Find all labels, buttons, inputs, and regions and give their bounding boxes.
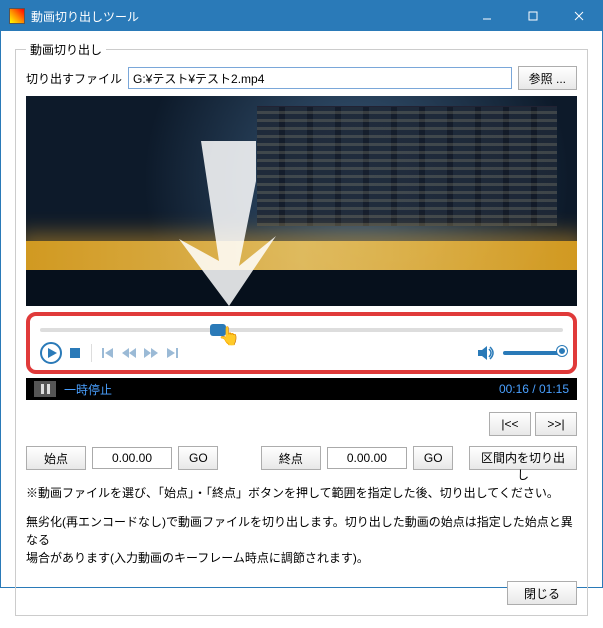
crop-button[interactable]: 区間内を切り出し: [469, 446, 577, 470]
instruction-note: ※動画ファイルを選び、「始点」・「終点」ボタンを押して範囲を指定した後、切り出し…: [26, 484, 577, 501]
arrow-overlay: [161, 141, 281, 306]
end-point-button[interactable]: 終点: [261, 446, 321, 470]
titlebar: 動画切り出しツール: [1, 1, 602, 31]
skip-start-button[interactable]: [101, 346, 115, 360]
window-title: 動画切り出しツール: [31, 8, 464, 25]
minimize-button[interactable]: [464, 1, 510, 31]
start-time-input[interactable]: [92, 447, 172, 469]
nav-prev-button[interactable]: |<<: [489, 412, 531, 436]
end-time-input[interactable]: [327, 447, 407, 469]
cutout-group: 動画切り出し 切り出すファイル 参照 ... 👆: [15, 41, 588, 616]
volume-slider[interactable]: [503, 351, 563, 355]
status-bar: 一時停止 00:16 / 01:15: [26, 378, 577, 400]
seek-thumb[interactable]: [210, 324, 226, 336]
play-button[interactable]: [40, 342, 62, 364]
app-icon: [9, 8, 25, 24]
start-point-button[interactable]: 始点: [26, 446, 86, 470]
end-go-button[interactable]: GO: [413, 446, 453, 470]
stop-button[interactable]: [68, 346, 82, 360]
skip-end-button[interactable]: [165, 346, 179, 360]
file-label: 切り出すファイル: [26, 70, 122, 87]
nav-next-button[interactable]: >>|: [535, 412, 577, 436]
group-legend: 動画切り出し: [26, 41, 106, 58]
pause-icon: [34, 381, 56, 397]
description-text: 無劣化(再エンコードなし)で動画ファイルを切り出します。切り出した動画の始点は指…: [26, 513, 577, 567]
video-preview: [26, 96, 577, 306]
forward-button[interactable]: [143, 346, 159, 360]
file-path-input[interactable]: [128, 67, 512, 89]
app-window: 動画切り出しツール 動画切り出し 切り出すファイル 参照 ...: [0, 0, 603, 588]
seek-bar[interactable]: 👆: [40, 324, 563, 336]
volume-thumb[interactable]: [557, 346, 567, 356]
start-go-button[interactable]: GO: [178, 446, 218, 470]
time-display: 00:16 / 01:15: [499, 382, 569, 396]
close-button[interactable]: 閉じる: [507, 581, 577, 605]
browse-button[interactable]: 参照 ...: [518, 66, 577, 90]
status-text: 一時停止: [64, 381, 499, 398]
rewind-button[interactable]: [121, 346, 137, 360]
player-controls-panel: 👆: [26, 312, 577, 374]
volume-icon[interactable]: [477, 345, 495, 361]
maximize-button[interactable]: [510, 1, 556, 31]
close-window-button[interactable]: [556, 1, 602, 31]
